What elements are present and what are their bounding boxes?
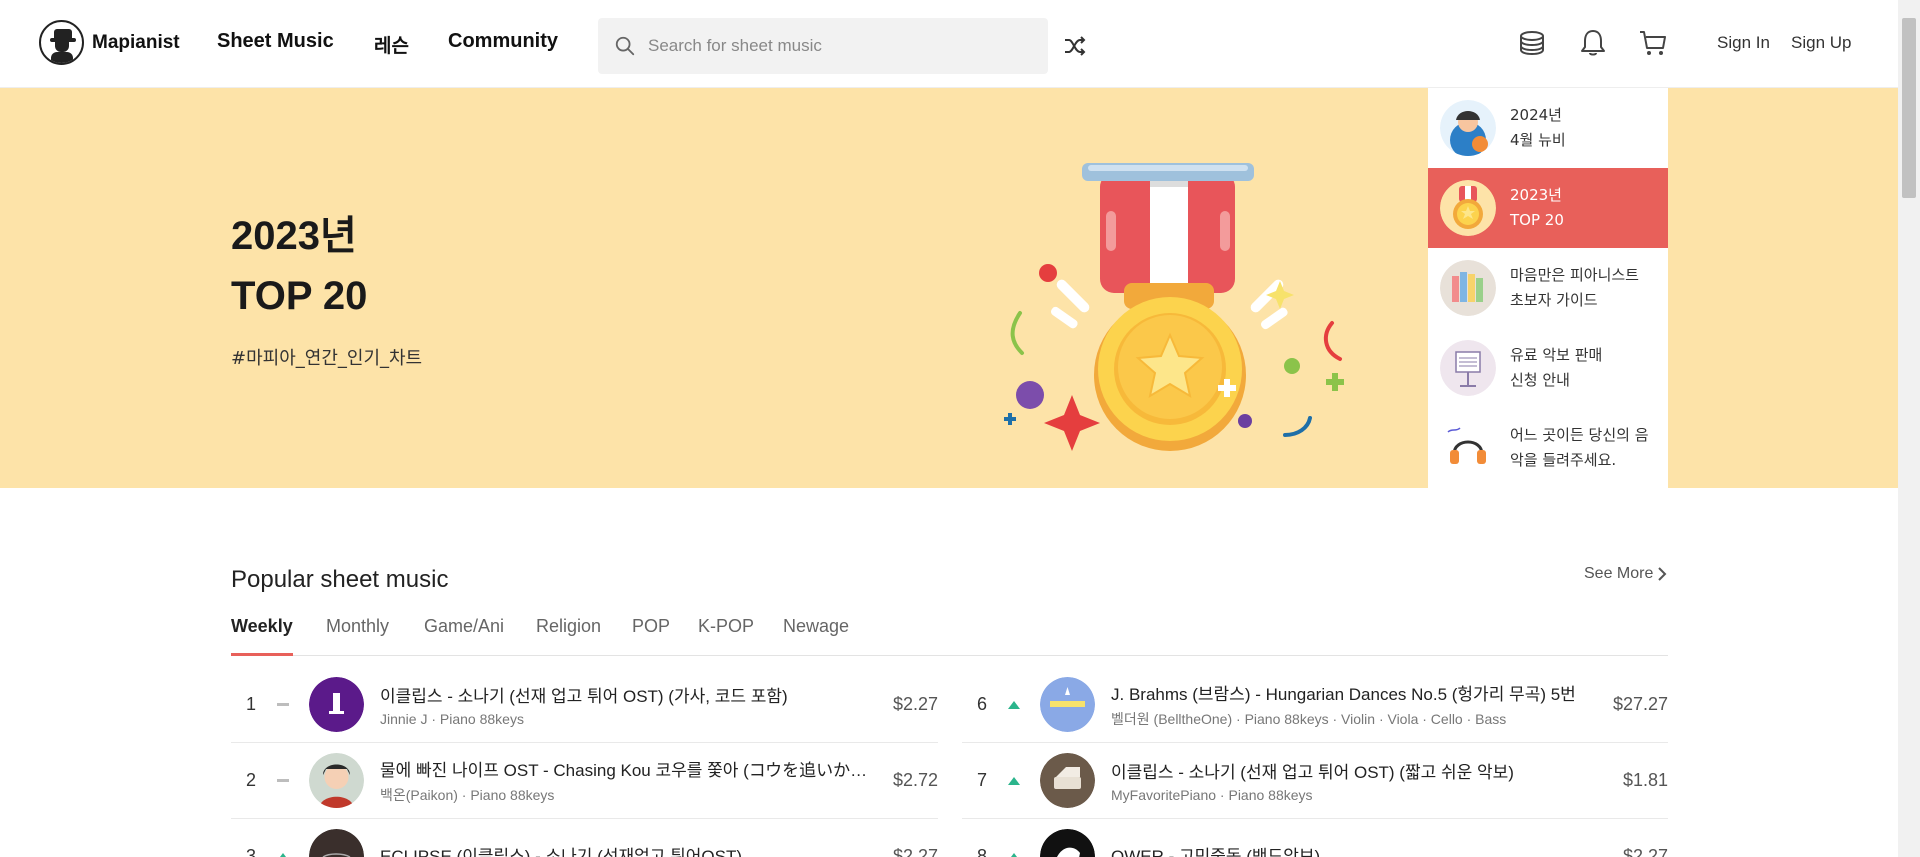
trend-same-icon [271,774,295,788]
chart-row[interactable]: 1 이클립스 - 소나기 (선재 업고 튀어 OST) (가사, 코드 포함) … [231,667,938,743]
search-icon [615,36,635,56]
top-header: Mapianist Sheet Music 레슨 Community Sign … [0,0,1898,88]
see-more-link[interactable]: See More [1584,565,1667,583]
nav-sheet-music[interactable]: Sheet Music [217,30,334,53]
rank-number: 3 [245,846,256,857]
trend-up-icon [1002,850,1026,857]
hero-banner[interactable]: 2023년 TOP 20 #마피아_연간_인기_차트 2024년 4월 뉴비 2… [0,88,1898,488]
side-item-line1: 유료 악보 판매 [1510,346,1603,364]
tab-religion[interactable]: Religion [536,616,601,656]
price: $2.27 [892,846,938,857]
chevron-right-icon [1658,567,1667,581]
song-meta: 벨더원 (BelltheOne) · Piano 88keys · Violin… [1111,711,1507,727]
song-title[interactable]: ECLIPSE (이클립스) - 소나기 (선재업고 튀어OST) [380,842,875,857]
song-title[interactable]: J. Brahms (브람스) - Hungarian Dances No.5 … [1111,680,1606,705]
chart-row[interactable]: 7 이클립스 - 소나기 (선재 업고 튀어 OST) (짧고 쉬운 악보) M… [962,743,1668,819]
tab-monthly[interactable]: Monthly [326,616,389,656]
rank-number: 6 [976,694,987,714]
side-item-beginner-guide[interactable]: 마음만은 피아니스트 초보자 가이드 [1428,248,1668,328]
rank-number: 8 [976,846,987,857]
chart-row[interactable]: 2 물에 빠진 나이프 OST - Chasing Kou 코우를 쫓아 (コウ… [231,743,938,819]
side-item-line2: 악을 들려주세요. [1510,451,1617,469]
price: $2.27 [1622,846,1668,857]
trend-up-icon [1002,698,1026,712]
song-meta: MyFavoritePiano · Piano 88keys [1111,787,1313,803]
books-thumb-icon [1440,260,1496,316]
hero-title-line2: TOP 20 [231,274,368,318]
sheet-stand-thumb-icon [1440,340,1496,396]
side-item-line1: 어느 곳이든 당신의 음 [1510,426,1649,444]
artist-thumb [309,829,364,857]
price: $2.27 [892,694,938,714]
cart-icon[interactable] [1638,28,1668,58]
side-item-line2: 초보자 가이드 [1510,291,1598,309]
shuffle-icon[interactable] [1062,33,1088,59]
price: $2.72 [892,770,938,790]
brand-name: Mapianist [92,31,180,53]
hero-title: 2023년 TOP 20 [231,206,367,326]
see-more-label: See More [1584,565,1654,582]
price: $1.81 [1622,770,1668,790]
newbie-thumb-icon [1440,100,1496,156]
rank-number: 1 [245,694,256,714]
nav-community[interactable]: Community [448,30,558,53]
search-bar[interactable] [598,18,1048,74]
artist-thumb [309,753,364,808]
tab-game-ani[interactable]: Game/Ani [424,616,504,656]
tab-weekly[interactable]: Weekly [231,616,293,656]
medal-illustration [1004,163,1344,451]
trend-up-icon [271,850,295,857]
sign-in-link[interactable]: Sign In [1717,33,1770,53]
side-item-line2: TOP 20 [1510,211,1564,229]
trend-up-icon [1002,774,1026,788]
side-item-top20[interactable]: 2023년 TOP 20 [1428,168,1668,248]
category-tabs: Weekly Monthly Game/Ani Religion POP K-P… [231,616,1668,656]
song-meta: Jinnie J · Piano 88keys [380,711,524,727]
artist-thumb [1040,677,1095,732]
price: $27.27 [1612,694,1668,714]
side-item-share-music[interactable]: 어느 곳이든 당신의 음 악을 들려주세요. [1428,408,1668,488]
song-title[interactable]: 이클립스 - 소나기 (선재 업고 튀어 OST) (짧고 쉬운 악보) [1111,758,1606,783]
nav-lesson[interactable]: 레슨 [374,31,409,58]
sign-up-link[interactable]: Sign Up [1791,33,1851,53]
side-item-line2: 4월 뉴비 [1510,131,1566,149]
rank-number: 2 [245,770,256,790]
section-title: Popular sheet music [231,566,449,593]
logo-icon [39,20,84,65]
brand-logo[interactable]: Mapianist [39,20,180,65]
banner-side-list: 2024년 4월 뉴비 2023년 TOP 20 마음만은 피아니스트 초보자 … [1428,88,1668,488]
side-item-april-newbie[interactable]: 2024년 4월 뉴비 [1428,88,1668,168]
trend-same-icon [271,698,295,712]
page-scrollbar[interactable] [1898,0,1920,857]
chart-row[interactable]: 6 J. Brahms (브람스) - Hungarian Dances No.… [962,667,1668,743]
rank-number: 7 [976,770,987,790]
medal-thumb-icon [1440,180,1496,236]
tab-pop[interactable]: POP [632,616,670,656]
song-title[interactable]: 이클립스 - 소나기 (선재 업고 튀어 OST) (가사, 코드 포함) [380,682,875,707]
side-item-line2: 신청 안내 [1510,371,1570,389]
hero-hashtag: #마피아_연간_인기_차트 [231,348,423,369]
coin-icon[interactable] [1517,28,1547,58]
scrollbar-thumb[interactable] [1902,18,1916,198]
side-item-line1: 2023년 [1510,186,1562,204]
hero-title-line1: 2023년 [231,214,357,258]
artist-thumb [1040,829,1095,857]
side-item-line1: 마음만은 피아니스트 [1510,266,1639,284]
headphones-thumb-icon [1440,420,1496,476]
bell-icon[interactable] [1578,28,1608,58]
artist-thumb [309,677,364,732]
song-title[interactable]: 물에 빠진 나이프 OST - Chasing Kou 코우를 쫓아 (コウを追… [380,756,875,781]
chart-row[interactable]: 8 QWER - 고민중독 (밴드악보) $2.27 [962,819,1668,857]
artist-thumb [1040,753,1095,808]
song-title[interactable]: QWER - 고민중독 (밴드악보) [1111,842,1606,857]
side-item-line1: 2024년 [1510,106,1562,124]
side-item-paid-sales[interactable]: 유료 악보 판매 신청 안내 [1428,328,1668,408]
chart-row[interactable]: 3 ECLIPSE (이클립스) - 소나기 (선재업고 튀어OST) $2.2… [231,819,938,857]
tab-kpop[interactable]: K-POP [698,616,754,656]
song-meta: 백온(Paikon) · Piano 88keys [380,787,555,803]
tab-newage[interactable]: Newage [783,616,849,656]
search-input[interactable] [648,36,1028,56]
